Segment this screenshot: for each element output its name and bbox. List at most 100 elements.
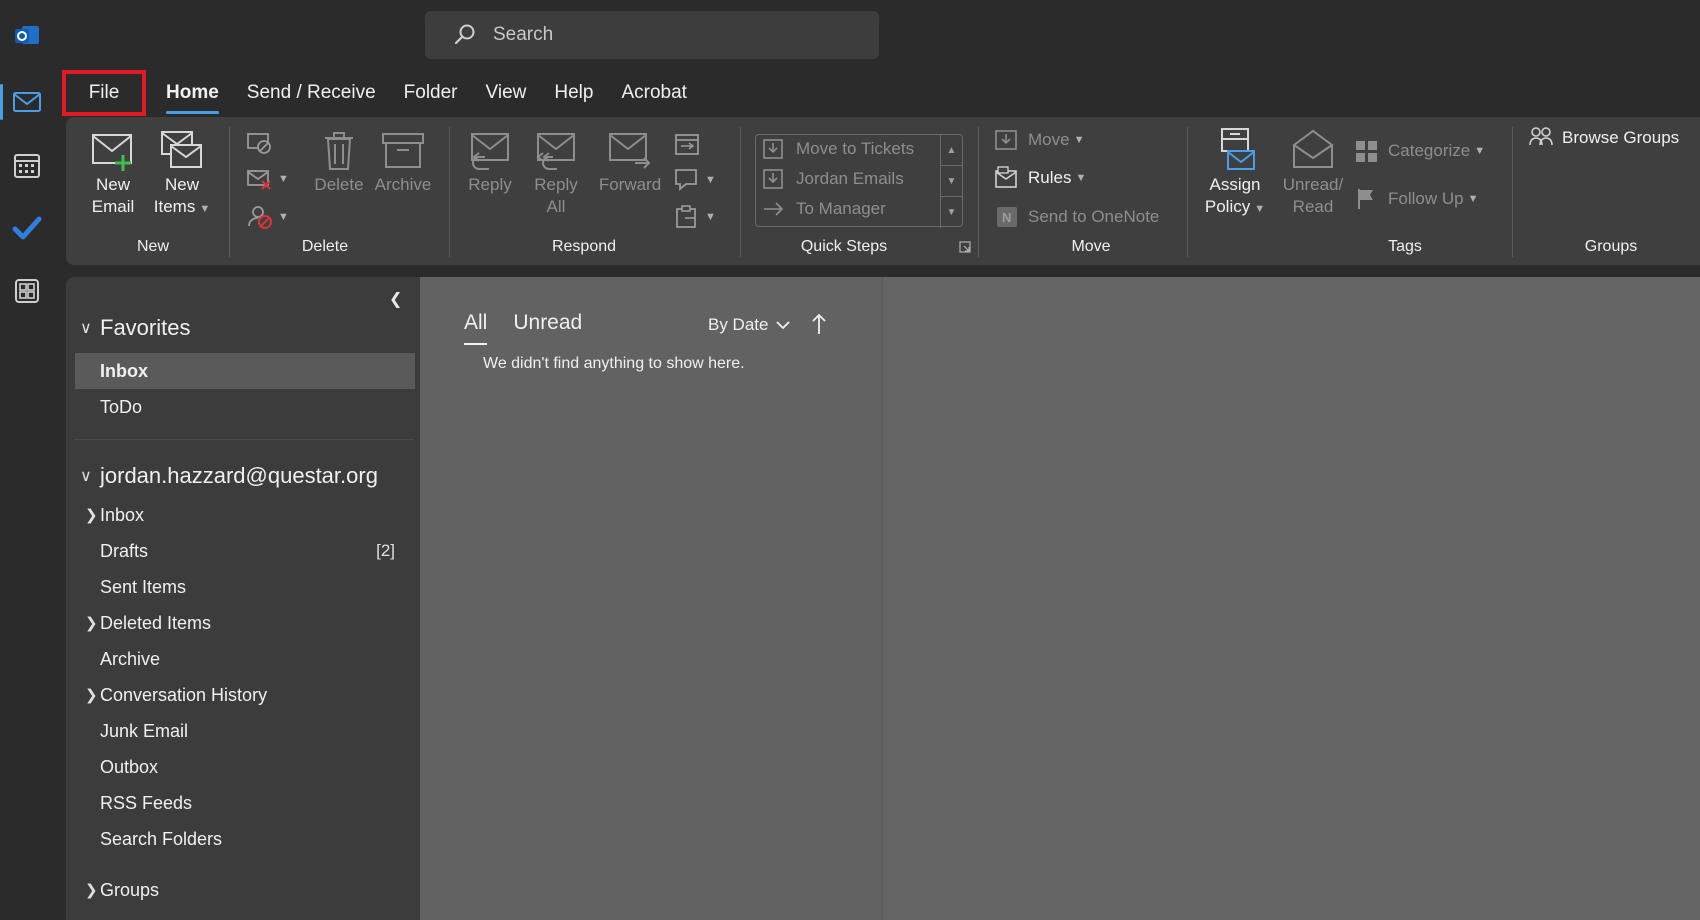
reply-button[interactable]: Reply	[460, 129, 520, 197]
tab-view[interactable]: View	[472, 68, 541, 118]
apps-icon[interactable]	[8, 272, 46, 310]
reply-label: Reply	[468, 175, 512, 194]
chevron-right-icon[interactable]: ❯	[85, 686, 98, 704]
groups-header[interactable]: ❯ Groups	[75, 872, 415, 908]
chevron-down-icon[interactable]: ▼	[941, 166, 962, 197]
folder-item-drafts[interactable]: Drafts [2]	[75, 533, 415, 569]
chevron-right-icon[interactable]: ❯	[85, 506, 98, 524]
tab-acrobat[interactable]: Acrobat	[607, 68, 700, 118]
group-separator	[1187, 127, 1188, 257]
rules-button[interactable]: Rules ▼	[994, 166, 1086, 190]
assign-policy-label-2-wrap: Policy ▼	[1205, 195, 1265, 221]
unread-read-button[interactable]: Unread/ Read	[1274, 127, 1352, 219]
archive-button[interactable]: Archive	[370, 129, 436, 197]
send-to-onenote-label: Send to OneNote	[1028, 207, 1160, 226]
sort-direction-arrow-icon[interactable]	[812, 313, 826, 335]
search-box[interactable]: Search	[425, 11, 879, 59]
favorite-item-todo[interactable]: ToDo	[75, 389, 415, 425]
folder-name: RSS Feeds	[100, 792, 193, 813]
categorize-button[interactable]: Categorize ▼	[1354, 139, 1485, 163]
folder-item-conversation-history[interactable]: ❯ Conversation History	[75, 677, 415, 713]
favorites-header[interactable]: ∨ Favorites	[80, 315, 190, 341]
folder-item-junk-email[interactable]: Junk Email	[75, 713, 415, 749]
search-placeholder: Search	[493, 24, 554, 45]
onenote-icon: N	[994, 205, 1020, 229]
more-respond-button[interactable]: ▼	[673, 204, 716, 230]
ignore-icon	[246, 131, 274, 155]
folder-item-outbox[interactable]: Outbox	[75, 749, 415, 785]
new-email-icon	[90, 129, 136, 173]
empty-list-message: We didn't find anything to show here.	[483, 355, 745, 372]
chevron-down-icon: ∨	[80, 320, 92, 337]
forward-label: Forward	[598, 175, 662, 194]
assign-policy-button[interactable]: Assign Policy ▼	[1200, 127, 1270, 221]
new-email-button[interactable]: New Email	[86, 129, 140, 219]
chevron-right-icon[interactable]: ❯	[85, 614, 98, 632]
browse-groups-button[interactable]: Browse Groups	[1528, 125, 1679, 151]
tab-file[interactable]: File	[60, 68, 148, 118]
folder-item-archive[interactable]: Archive	[75, 641, 415, 677]
tab-home[interactable]: Home	[152, 68, 233, 118]
tab-folder[interactable]: Folder	[390, 68, 472, 118]
send-to-onenote-button[interactable]: N Send to OneNote	[994, 205, 1159, 229]
chevron-right-icon[interactable]: ❯	[85, 881, 98, 899]
todo-check-icon[interactable]	[8, 209, 46, 247]
gallery-expand-icon[interactable]: ▼	[941, 197, 962, 228]
folder-item-rss-feeds[interactable]: RSS Feeds	[75, 785, 415, 821]
follow-up-button[interactable]: Follow Up ▼	[1354, 187, 1478, 211]
forward-icon	[607, 129, 653, 173]
chevron-down-icon: ▼	[1073, 134, 1085, 146]
meeting-button[interactable]	[673, 131, 701, 157]
unread-count: [2]	[376, 541, 395, 560]
junk-icon	[246, 204, 274, 230]
sort-by-dropdown[interactable]: By Date	[708, 315, 791, 335]
group-label-quick-steps: Quick Steps	[800, 238, 888, 255]
tab-send-receive[interactable]: Send / Receive	[233, 68, 390, 118]
chevron-down-icon: ▼	[1474, 145, 1486, 157]
assign-policy-label-1: Assign	[1209, 175, 1261, 194]
move-to-folder-icon	[762, 137, 786, 161]
clean-up-button[interactable]: ▼	[246, 167, 289, 191]
quick-step-move-to-tickets[interactable]: Move to Tickets	[762, 137, 914, 161]
calendar-icon[interactable]	[8, 146, 46, 184]
dialog-launcher-icon[interactable]	[959, 241, 971, 253]
search-icon	[453, 23, 477, 47]
quick-step-jordan-emails[interactable]: Jordan Emails	[762, 167, 904, 191]
folder-item-deleted-items[interactable]: ❯ Deleted Items	[75, 605, 415, 641]
sort-label: By Date	[708, 315, 769, 334]
ignore-button[interactable]	[246, 131, 274, 155]
chevron-down-icon: ▼	[1254, 203, 1266, 215]
im-reply-button[interactable]: ▼	[673, 167, 716, 193]
reply-all-button[interactable]: Reply All	[526, 129, 586, 219]
delete-button[interactable]: Delete	[310, 129, 368, 197]
group-separator	[978, 127, 979, 257]
assign-policy-label-2: Policy	[1204, 197, 1251, 216]
move-button[interactable]: Move ▼	[994, 128, 1084, 152]
app-rail	[0, 0, 54, 920]
favorite-item-inbox[interactable]: Inbox	[75, 353, 415, 389]
quick-step-to-manager[interactable]: To Manager	[762, 197, 886, 221]
folder-item-inbox[interactable]: ❯ Inbox	[75, 497, 415, 533]
pane-divider	[74, 439, 414, 440]
forward-button[interactable]: Forward	[594, 129, 666, 197]
folder-item-search-folders[interactable]: Search Folders	[75, 821, 415, 857]
account-header[interactable]: ∨ jordan.hazzard@questar.org	[80, 463, 378, 489]
filter-tab-unread[interactable]: Unread	[513, 311, 582, 345]
chevron-up-icon[interactable]: ▲	[941, 135, 962, 166]
chevron-down-icon: ▼	[1467, 193, 1479, 205]
chevron-down-icon: ▼	[278, 211, 289, 223]
new-items-button[interactable]: New Items ▼	[152, 129, 212, 221]
group-label-new: New	[136, 238, 169, 255]
collapse-folder-pane-icon[interactable]: ❮	[389, 289, 402, 309]
message-filter-tabs: All Unread	[464, 311, 608, 345]
junk-button[interactable]: ▼	[246, 204, 289, 230]
new-items-label-2-wrap: Items ▼	[154, 195, 210, 221]
mail-icon[interactable]	[8, 83, 46, 121]
folder-item-sent-items[interactable]: Sent Items	[75, 569, 415, 605]
tab-help[interactable]: Help	[540, 68, 607, 118]
folder-name: Outbox	[100, 756, 159, 777]
folder-name: Conversation History	[100, 684, 268, 705]
favorites-label: Favorites	[100, 315, 191, 340]
filter-tab-all[interactable]: All	[464, 311, 488, 345]
reading-pane	[882, 277, 1700, 920]
